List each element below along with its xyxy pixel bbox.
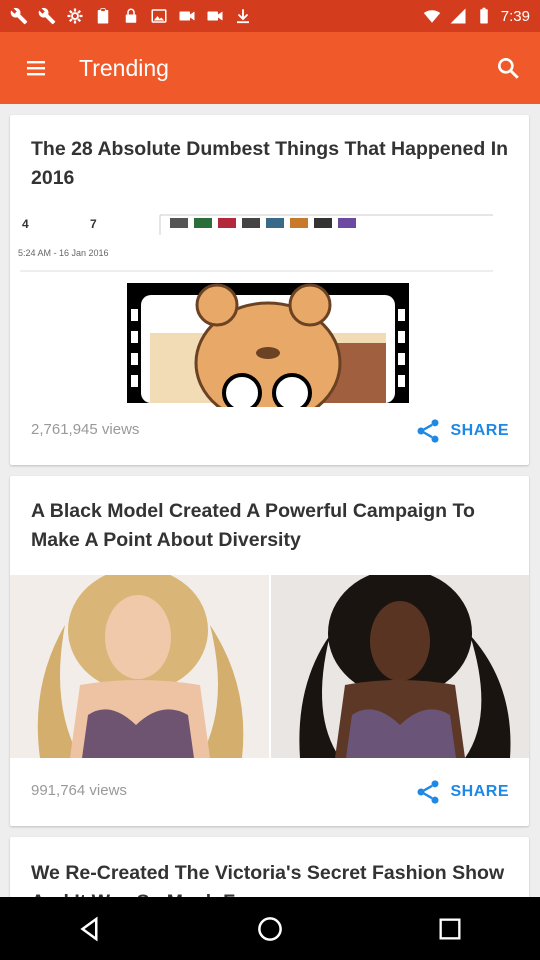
- menu-button[interactable]: [0, 32, 72, 104]
- view-count: 991,764 views: [31, 782, 127, 799]
- recents-button[interactable]: [410, 897, 490, 960]
- article-title[interactable]: The 28 Absolute Dumbest Things That Happ…: [31, 135, 509, 193]
- notification-icons: [10, 7, 252, 25]
- home-icon: [258, 916, 282, 941]
- wrench-icon: [10, 7, 28, 25]
- download-icon: [237, 9, 249, 24]
- share-button[interactable]: SHARE: [414, 417, 509, 445]
- article-card[interactable]: We Re-Created The Victoria's Secret Fash…: [10, 837, 529, 897]
- wrench-icon: [38, 7, 56, 25]
- wifi-icon: [423, 10, 441, 23]
- share-button[interactable]: SHARE: [414, 778, 509, 806]
- search-button[interactable]: [476, 32, 540, 104]
- signal-icon: [450, 8, 466, 24]
- article-title[interactable]: We Re-Created The Victoria's Secret Fash…: [31, 859, 509, 897]
- search-icon: [498, 58, 519, 79]
- trending-feed[interactable]: The 28 Absolute Dumbest Things That Happ…: [0, 104, 540, 897]
- article-card[interactable]: The 28 Absolute Dumbest Things That Happ…: [10, 115, 529, 465]
- battery-icon: [480, 7, 488, 24]
- lock-icon: [125, 8, 137, 23]
- system-nav-bar: [0, 897, 540, 960]
- app-bar: Trending: [0, 32, 540, 104]
- image-text-count: 4: [22, 217, 29, 231]
- page-title: Trending: [79, 54, 169, 81]
- back-button[interactable]: [50, 897, 130, 960]
- video-icon: [207, 11, 223, 21]
- share-label: SHARE: [450, 422, 509, 439]
- image-icon: [151, 9, 167, 23]
- video-icon: [179, 11, 195, 21]
- article-title[interactable]: A Black Model Created A Powerful Campaig…: [31, 497, 509, 555]
- menu-icon: [27, 61, 45, 76]
- settings-icon: [67, 8, 83, 24]
- share-label: SHARE: [450, 783, 509, 800]
- clipboard-icon: [97, 8, 109, 24]
- tweet-screenshot-image: [20, 214, 493, 407]
- share-icon: [417, 419, 439, 443]
- image-text-count: 7: [90, 217, 97, 231]
- home-button[interactable]: [230, 897, 310, 960]
- share-icon: [417, 780, 439, 804]
- system-icons: 7:39: [423, 7, 530, 25]
- view-count: 2,761,945 views: [31, 421, 140, 438]
- back-icon: [80, 916, 98, 941]
- image-text-timestamp: 5:24 AM - 16 Jan 2016: [18, 248, 109, 258]
- status-bar: 7:39: [0, 0, 540, 32]
- status-time: 7:39: [500, 7, 530, 25]
- recents-icon: [439, 918, 461, 939]
- article-card[interactable]: A Black Model Created A Powerful Campaig…: [10, 476, 529, 826]
- models-photo-image: [10, 575, 529, 758]
- article-image[interactable]: 4 7 5:24 AM - 16 Jan 2016: [10, 213, 529, 407]
- article-image[interactable]: [10, 575, 529, 758]
